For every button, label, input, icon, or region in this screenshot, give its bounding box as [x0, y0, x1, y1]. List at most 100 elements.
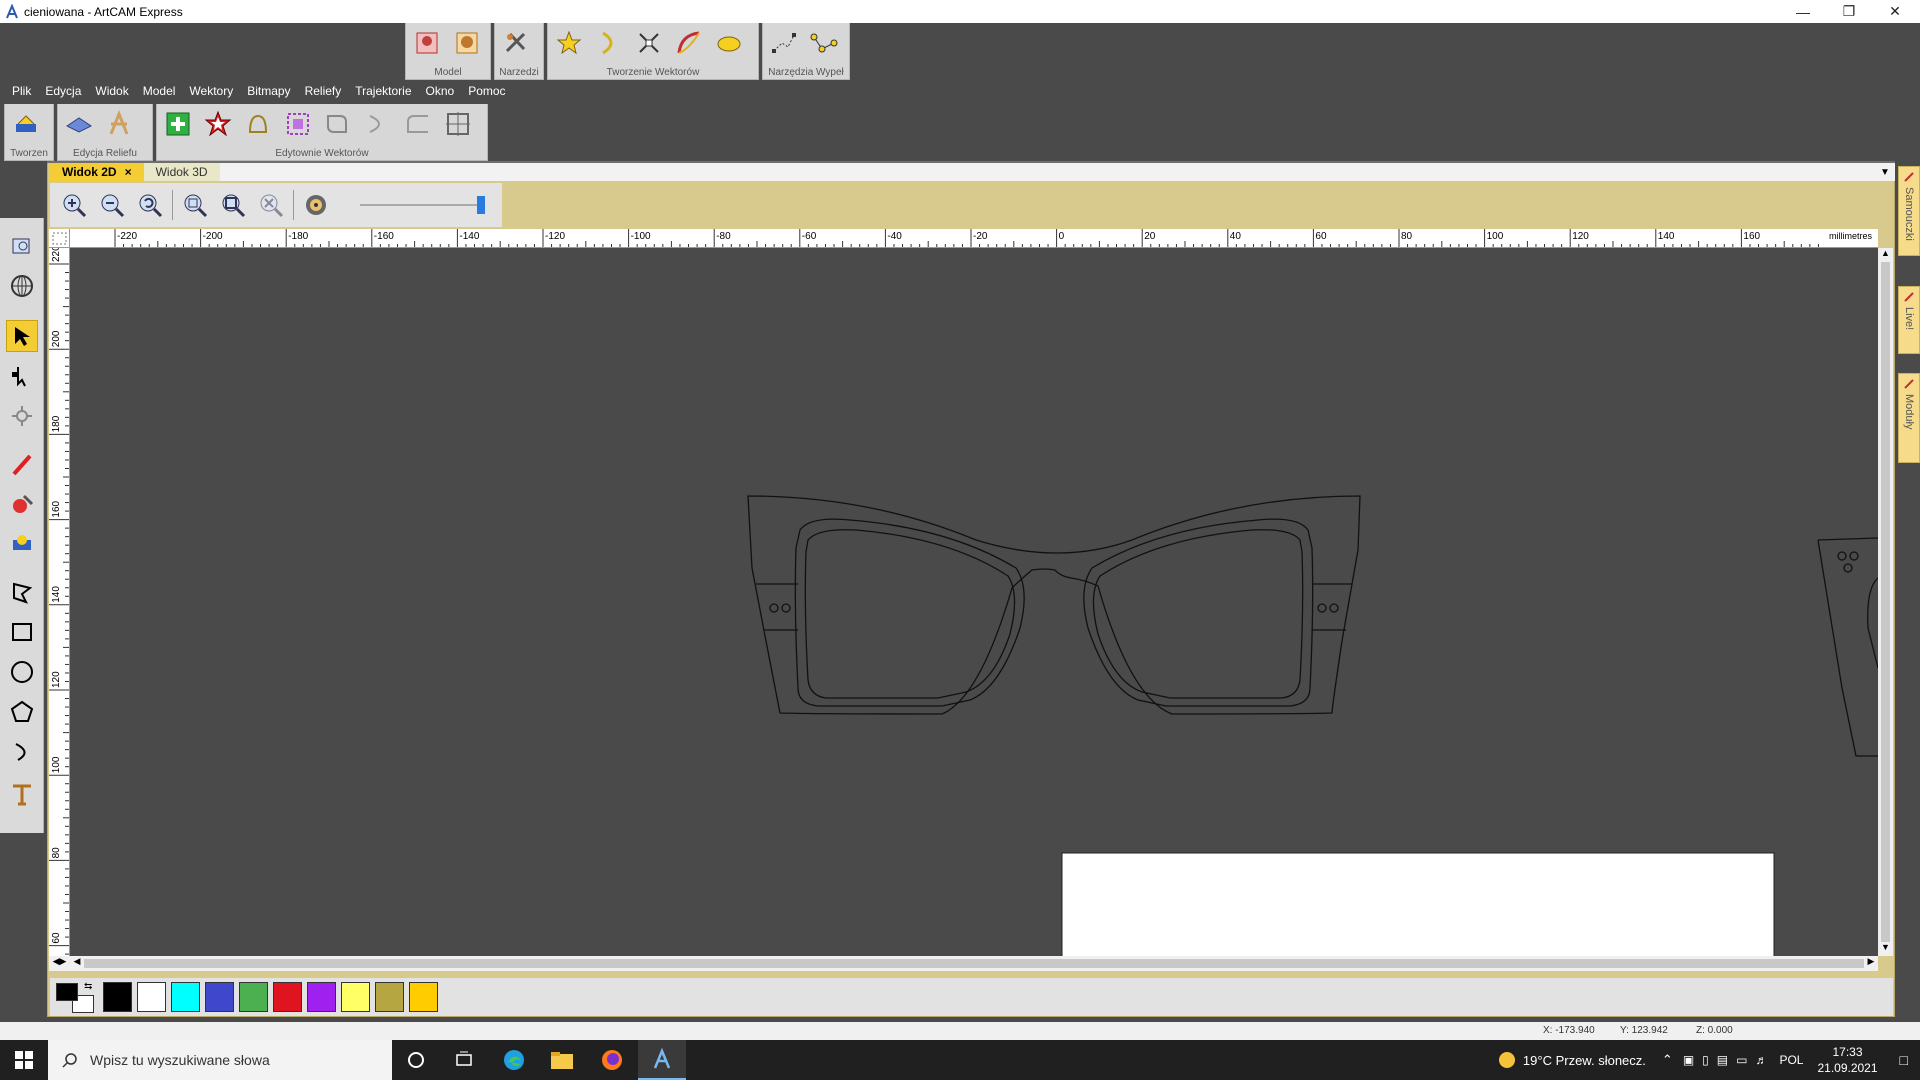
- zoom-reset-icon[interactable]: [255, 189, 287, 221]
- firefox-icon[interactable]: [588, 1040, 636, 1080]
- text-icon[interactable]: [6, 778, 38, 810]
- align-vectors-icon[interactable]: [441, 107, 475, 141]
- cortana-icon[interactable]: [392, 1040, 440, 1080]
- rounded-corner-icon[interactable]: [321, 107, 355, 141]
- bell-vector-icon[interactable]: [241, 107, 275, 141]
- menu-bitmapy[interactable]: Bitmapy: [247, 84, 290, 98]
- tab-widok-3d[interactable]: Widok 3D: [143, 163, 220, 181]
- menu-model[interactable]: Model: [143, 84, 176, 98]
- slider-thumb[interactable]: [477, 196, 485, 214]
- model-relief-icon[interactable]: [410, 26, 444, 60]
- menu-plik[interactable]: Plik: [12, 84, 31, 98]
- select-arrow-icon[interactable]: [6, 320, 38, 352]
- tray-network-icon[interactable]: ▤: [1717, 1053, 1728, 1067]
- arc-fit-icon[interactable]: [361, 107, 395, 141]
- join-vectors-icon[interactable]: [161, 107, 195, 141]
- node-scissors-icon[interactable]: [632, 26, 666, 60]
- tab-menu-chevron-icon[interactable]: ▼: [1875, 163, 1895, 181]
- palette-swatch[interactable]: [205, 982, 234, 1012]
- paint-icon[interactable]: [6, 488, 38, 520]
- taskbar-search[interactable]: Wpisz tu wyszukiwane słowa: [48, 1040, 392, 1080]
- display-settings-icon[interactable]: [300, 189, 332, 221]
- tab-close-icon[interactable]: ×: [125, 165, 132, 179]
- tab-moduly[interactable]: Moduły: [1898, 373, 1920, 463]
- menu-widok[interactable]: Widok: [95, 84, 128, 98]
- scroll-down-icon[interactable]: ▼: [1878, 942, 1893, 956]
- fill-nodes-icon[interactable]: [767, 26, 801, 60]
- polyline-icon[interactable]: [6, 576, 38, 608]
- edge-browser-icon[interactable]: [490, 1040, 538, 1080]
- menu-edycja[interactable]: Edycja: [45, 84, 81, 98]
- current-colors[interactable]: ⇆: [54, 981, 98, 1013]
- palette-swatch[interactable]: [171, 982, 200, 1012]
- arc-vector-icon[interactable]: [592, 26, 626, 60]
- menu-wektory[interactable]: Wektory: [189, 84, 233, 98]
- tab-live[interactable]: Live!: [1898, 286, 1920, 354]
- circle-icon[interactable]: [6, 656, 38, 688]
- zoom-box-icon[interactable]: [217, 189, 249, 221]
- offset-vectors-icon[interactable]: [201, 107, 235, 141]
- palette-swatch[interactable]: [375, 982, 404, 1012]
- primary-color-swatch[interactable]: [56, 983, 78, 1001]
- menu-okno[interactable]: Okno: [426, 84, 455, 98]
- glasses-vector-drawing[interactable]: [70, 248, 1878, 956]
- palette-swatch[interactable]: [341, 982, 370, 1012]
- bitmap-icon[interactable]: [6, 528, 38, 560]
- close-icon[interactable]: ✕: [1872, 0, 1918, 23]
- scroll-left-icon[interactable]: ◀: [70, 956, 84, 971]
- tray-language[interactable]: POL: [1779, 1053, 1803, 1067]
- horizontal-scroll-thumb[interactable]: [84, 959, 1864, 968]
- node-edit-icon[interactable]: [6, 360, 38, 392]
- menu-pomoc[interactable]: Pomoc: [468, 84, 505, 98]
- transform-icon[interactable]: [6, 400, 38, 432]
- restore-icon[interactable]: ❐: [1826, 0, 1872, 23]
- scroll-corner-icon[interactable]: ◀▶: [49, 956, 70, 971]
- tab-samouczki[interactable]: Samouczki: [1898, 166, 1920, 256]
- scroll-up-icon[interactable]: ▲: [1878, 248, 1893, 262]
- tray-clock[interactable]: 17:33 21.09.2021: [1817, 1044, 1877, 1076]
- menu-reliefy[interactable]: Reliefy: [305, 84, 342, 98]
- rectangle-icon[interactable]: [6, 616, 38, 648]
- artcam-taskbar-icon[interactable]: [638, 1040, 686, 1080]
- palette-swatch[interactable]: [103, 982, 132, 1012]
- palette-swatch[interactable]: [239, 982, 268, 1012]
- drawing-canvas[interactable]: [70, 248, 1878, 956]
- palette-swatch[interactable]: [137, 982, 166, 1012]
- pen-icon[interactable]: [6, 448, 38, 480]
- zoom-out-icon[interactable]: [96, 189, 128, 221]
- menu-trajektorie[interactable]: Trajektorie: [355, 84, 411, 98]
- tray-usb-icon[interactable]: ▯: [1702, 1053, 1709, 1067]
- file-explorer-icon[interactable]: [538, 1040, 586, 1080]
- windows-start-icon[interactable]: [0, 1040, 48, 1080]
- node-path-icon[interactable]: [807, 26, 841, 60]
- vertical-scroll-thumb[interactable]: [1881, 262, 1890, 942]
- tools-icon[interactable]: [499, 26, 533, 60]
- palette-swatch[interactable]: [273, 982, 302, 1012]
- zoom-previous-icon[interactable]: [134, 189, 166, 221]
- minimize-icon[interactable]: —: [1780, 0, 1826, 23]
- create-relief-icon[interactable]: [9, 107, 43, 141]
- vertical-scrollbar[interactable]: ▲ ▼: [1878, 248, 1893, 956]
- tray-volume-icon[interactable]: ♬: [1755, 1053, 1767, 1067]
- zoom-slider[interactable]: [360, 196, 485, 214]
- tab-widok-2d[interactable]: Widok 2D ×: [50, 163, 144, 181]
- globe-icon[interactable]: [6, 270, 38, 302]
- palette-swatch[interactable]: [307, 982, 336, 1012]
- relief-plane-icon[interactable]: [62, 107, 96, 141]
- arc-icon[interactable]: [6, 736, 38, 768]
- fillet-icon[interactable]: [401, 107, 435, 141]
- horizontal-scrollbar[interactable]: ◀ ▶: [70, 956, 1878, 971]
- zoom-fit-icon[interactable]: [179, 189, 211, 221]
- tray-meet-icon[interactable]: ▣: [1683, 1053, 1694, 1067]
- weather-text[interactable]: 19°C Przew. słonecz.: [1523, 1053, 1646, 1068]
- ellipse-vector-icon[interactable]: [712, 26, 746, 60]
- notification-icon[interactable]: □: [1900, 1052, 1908, 1068]
- bezier-icon[interactable]: [672, 26, 706, 60]
- task-view-icon[interactable]: [440, 1040, 488, 1080]
- relief-sculpt-icon[interactable]: [102, 107, 136, 141]
- tray-display-icon[interactable]: ▭: [1736, 1053, 1747, 1067]
- star-vector-icon[interactable]: [552, 26, 586, 60]
- tray-chevron-up-icon[interactable]: ⌃: [1662, 1052, 1673, 1068]
- zoom-in-icon[interactable]: [58, 189, 90, 221]
- palette-swatch[interactable]: [409, 982, 438, 1012]
